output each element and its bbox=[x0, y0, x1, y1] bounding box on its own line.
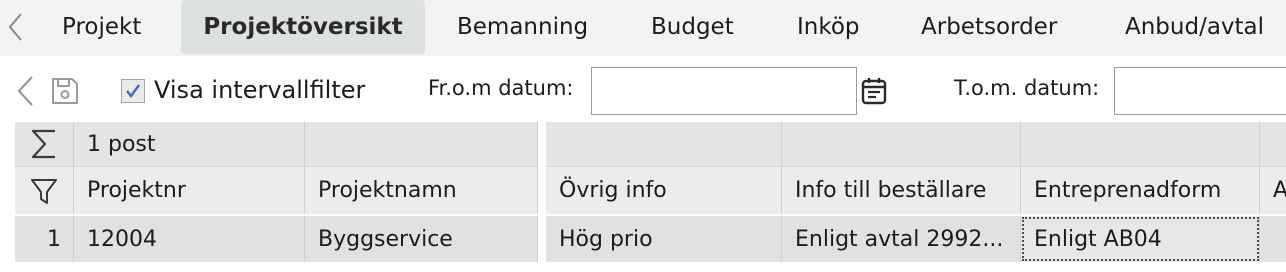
tab-projektoversikt[interactable]: Projektöversikt bbox=[181, 0, 425, 54]
show-interval-filter-checkbox[interactable] bbox=[121, 79, 145, 103]
summary-cell bbox=[546, 122, 782, 166]
from-date-calendar-button[interactable] bbox=[859, 74, 889, 108]
sum-button[interactable] bbox=[15, 122, 74, 166]
cell-next[interactable] bbox=[1260, 216, 1286, 262]
tab-anbud-avtal[interactable]: Anbud/avtal bbox=[1125, 0, 1264, 54]
tab-budget[interactable]: Budget bbox=[651, 0, 734, 54]
show-interval-filter-label: Visa intervallfilter bbox=[154, 76, 366, 104]
tab-projekt[interactable]: Projekt bbox=[62, 0, 141, 54]
from-date-label: Fr.o.m datum: bbox=[428, 76, 574, 100]
checkmark-icon bbox=[126, 84, 140, 98]
column-header-next[interactable]: A bbox=[1260, 166, 1286, 214]
tab-inkop[interactable]: Inköp bbox=[797, 0, 860, 54]
column-header-info-till-bestallare[interactable]: Info till beställare bbox=[782, 166, 1021, 214]
back-button[interactable] bbox=[12, 74, 38, 108]
row-number: 1 bbox=[15, 216, 74, 262]
summary-count: 1 post bbox=[74, 122, 305, 166]
tab-arbetsorder[interactable]: Arbetsorder bbox=[921, 0, 1057, 54]
to-date-label: T.o.m. datum: bbox=[954, 76, 1100, 100]
tab-bar: Projekt Projektöversikt Bemanning Budget… bbox=[0, 0, 1286, 56]
project-grid: 1 post Projektnr Projektnamn Övrig info … bbox=[0, 120, 1286, 272]
tabs-back-button[interactable] bbox=[4, 10, 28, 44]
from-date-input[interactable] bbox=[591, 67, 857, 115]
filter-button[interactable] bbox=[15, 166, 74, 214]
column-header-projektnamn[interactable]: Projektnamn bbox=[305, 166, 538, 214]
frozen-column-splitter[interactable] bbox=[538, 120, 546, 272]
cell-projektnamn[interactable]: Byggservice bbox=[305, 216, 538, 262]
filter-icon bbox=[31, 178, 57, 204]
tab-bemanning[interactable]: Bemanning bbox=[457, 0, 588, 54]
summary-cell bbox=[782, 122, 1021, 166]
cell-entreprenadform[interactable]: Enligt AB04 bbox=[1021, 216, 1260, 262]
summary-cell bbox=[1021, 122, 1260, 166]
cell-projektnr[interactable]: 12004 bbox=[74, 216, 305, 262]
summary-cell bbox=[305, 122, 538, 166]
to-date-input[interactable] bbox=[1114, 67, 1286, 115]
toolbar: Visa intervallfilter Fr.o.m datum: T.o.m… bbox=[0, 64, 1286, 118]
save-button[interactable] bbox=[48, 74, 82, 108]
save-icon bbox=[52, 78, 78, 104]
chevron-left-icon bbox=[17, 76, 33, 106]
column-header-projektnr[interactable]: Projektnr bbox=[74, 166, 305, 214]
cell-ovrig-info[interactable]: Hög prio bbox=[546, 216, 782, 262]
calendar-icon bbox=[861, 78, 887, 105]
summary-cell bbox=[1260, 122, 1286, 166]
cell-info-till-bestallare[interactable]: Enligt avtal 2992... bbox=[782, 216, 1021, 262]
cell-info-till-bestallare-text: Enligt avtal 2992... bbox=[795, 226, 1004, 252]
column-header-ovrig-info[interactable]: Övrig info bbox=[546, 166, 782, 214]
sigma-icon bbox=[31, 129, 55, 159]
chevron-left-icon bbox=[8, 13, 22, 41]
column-header-entreprenadform[interactable]: Entreprenadform bbox=[1021, 166, 1260, 214]
